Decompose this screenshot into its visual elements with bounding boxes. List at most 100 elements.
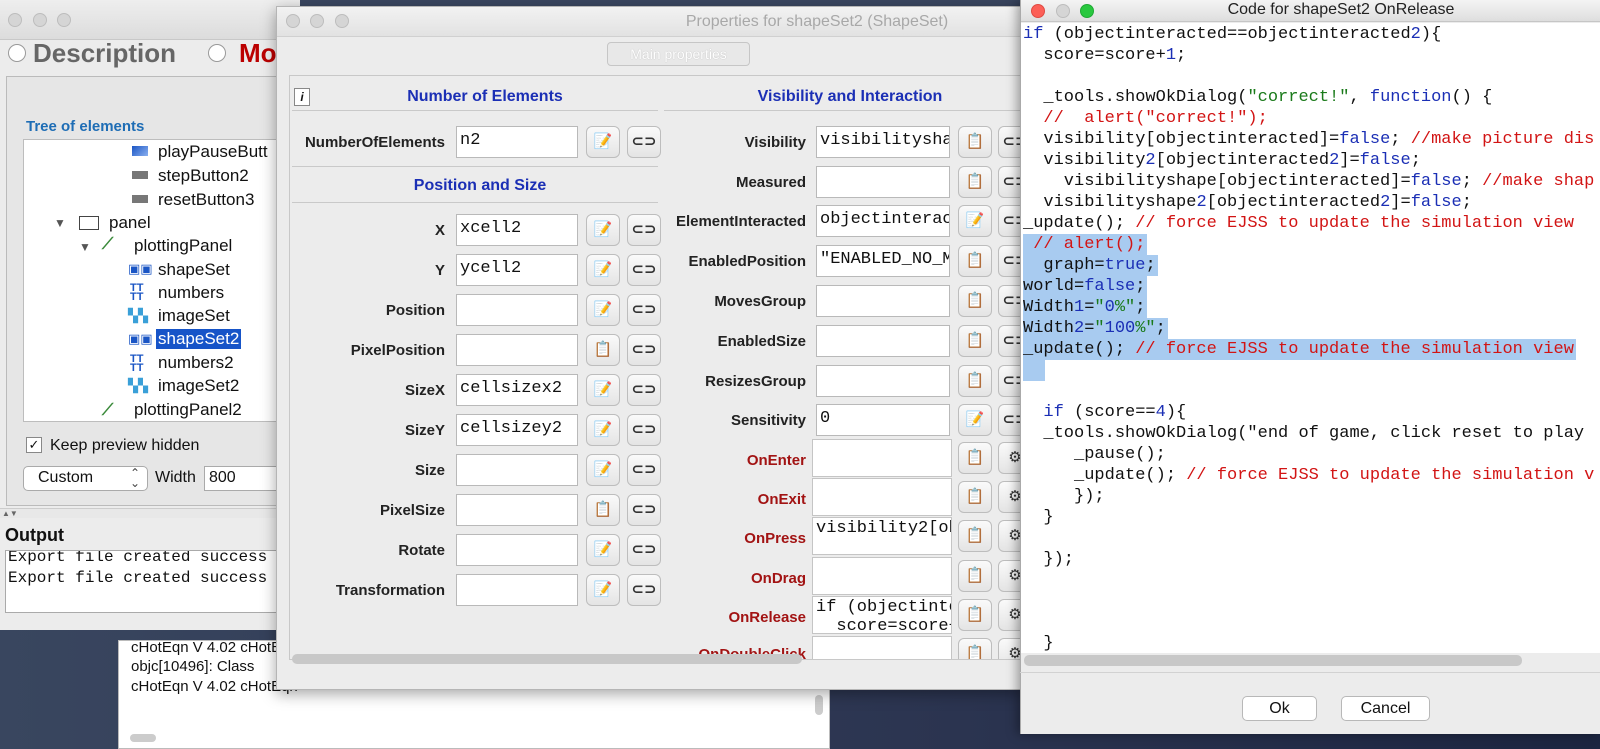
tree-item-shapeset2[interactable]: shapeSet2: [156, 329, 242, 349]
text-set-icon: TT TT: [130, 353, 144, 374]
tree-item-shapeset[interactable]: shapeSet: [158, 260, 230, 280]
radio-model[interactable]: [208, 44, 226, 62]
clipboard-icon[interactable]: 📋: [586, 494, 620, 526]
edit-value-icon[interactable]: 📝: [958, 205, 992, 237]
link-variable-icon[interactable]: ⊂⊃: [627, 454, 661, 486]
cancel-button[interactable]: Cancel: [1341, 696, 1430, 721]
link-variable-icon[interactable]: ⊂⊃: [627, 334, 661, 366]
action-input-ondoubleclick[interactable]: [812, 636, 952, 659]
ok-button[interactable]: Ok: [1242, 696, 1317, 721]
edit-value-icon[interactable]: 📝: [586, 414, 620, 446]
prop-input-movesgroup[interactable]: [816, 285, 950, 317]
edit-value-icon[interactable]: 📝: [586, 374, 620, 406]
tree-item-stepbutton2[interactable]: stepButton2: [158, 166, 249, 186]
edit-value-icon[interactable]: 📝: [586, 454, 620, 486]
link-variable-icon[interactable]: ⊂⊃: [627, 254, 661, 286]
edit-value-icon[interactable]: 📝: [586, 294, 620, 326]
prop-input-x[interactable]: xcell2: [456, 214, 578, 246]
link-variable-icon[interactable]: ⊂⊃: [627, 214, 661, 246]
prop-input-size[interactable]: [456, 454, 578, 486]
tree-item-panel[interactable]: panel: [109, 213, 151, 233]
prop-input-resizesgroup[interactable]: [816, 365, 950, 397]
close-window-icon[interactable]: [8, 13, 22, 27]
clipboard-icon[interactable]: 📋: [958, 520, 992, 552]
action-input-onpress[interactable]: visibility2[ob: [812, 517, 952, 555]
tree-item-playpausebutton[interactable]: playPauseButt: [158, 142, 268, 162]
prop-input-rotate[interactable]: [456, 534, 578, 566]
clipboard-icon[interactable]: 📋: [958, 126, 992, 158]
prop-input-position[interactable]: [456, 294, 578, 326]
link-variable-icon[interactable]: ⊂⊃: [627, 414, 661, 446]
edit-value-icon[interactable]: 📝: [586, 534, 620, 566]
clipboard-icon[interactable]: 📋: [958, 599, 992, 631]
link-variable-icon[interactable]: ⊂⊃: [627, 374, 661, 406]
minimize-window-icon[interactable]: [33, 13, 47, 27]
code-horizontal-scrollbar[interactable]: [1024, 655, 1522, 666]
prop-input-elementinteracted[interactable]: objectinteracted: [816, 205, 950, 237]
split-pane-divider[interactable]: ▲▼: [0, 508, 300, 518]
edit-value-icon[interactable]: 📝: [586, 126, 620, 158]
tab-main-properties[interactable]: Main properties: [607, 42, 750, 66]
tree-item-plottingpanel[interactable]: plottingPanel: [134, 236, 232, 256]
edit-value-icon[interactable]: 📝: [586, 574, 620, 606]
action-input-onexit[interactable]: [812, 478, 952, 516]
link-variable-icon[interactable]: ⊂⊃: [627, 294, 661, 326]
link-variable-icon[interactable]: ⊂⊃: [627, 494, 661, 526]
tree-item-numbers[interactable]: numbers: [158, 283, 224, 303]
action-input-onenter[interactable]: [812, 439, 952, 477]
clipboard-icon[interactable]: 📋: [958, 481, 992, 513]
edit-value-icon[interactable]: 📝: [958, 404, 992, 436]
prop-input-pixelposition[interactable]: [456, 334, 578, 366]
clipboard-icon[interactable]: 📋: [958, 365, 992, 397]
action-input-onrelease[interactable]: if (objectinte score=score+: [812, 596, 952, 634]
prop-input-enabledposition[interactable]: "ENABLED_NO_M: [816, 245, 950, 277]
edit-value-icon[interactable]: 📝: [586, 214, 620, 246]
prop-input-y[interactable]: ycell2: [456, 254, 578, 286]
clipboard-icon[interactable]: 📋: [958, 166, 992, 198]
clipboard-icon[interactable]: 📋: [958, 285, 992, 317]
prop-input-enabledsize[interactable]: [816, 325, 950, 357]
text-set-icon: TT TT: [130, 282, 144, 303]
prop-label-sensitivity: Sensitivity: [730, 412, 806, 429]
clipboard-icon[interactable]: 📋: [958, 245, 992, 277]
expand-triangle-icon[interactable]: ▼: [79, 240, 91, 254]
prop-input-sizex[interactable]: cellsizex2: [456, 374, 578, 406]
button-element-icon: [132, 171, 148, 179]
clipboard-icon[interactable]: 📋: [958, 325, 992, 357]
keep-preview-checkbox[interactable]: ✓: [26, 437, 42, 453]
radio-description-label[interactable]: Description: [33, 38, 176, 69]
prop-input-visibility[interactable]: visibilityshape: [816, 126, 950, 158]
clipboard-icon[interactable]: 📋: [958, 442, 992, 474]
edit-value-icon[interactable]: 📝: [586, 254, 620, 286]
tree-item-imageset2[interactable]: imageSet2: [158, 376, 239, 396]
output-console[interactable]: Export file created success Export file …: [5, 550, 300, 613]
prop-input-sizey[interactable]: cellsizey2: [456, 414, 578, 446]
prop-input-pixelsize[interactable]: [456, 494, 578, 526]
link-variable-icon[interactable]: ⊂⊃: [627, 574, 661, 606]
tree-item-plottingpanel2[interactable]: plottingPanel2: [134, 400, 242, 420]
prop-input-measured[interactable]: [816, 166, 950, 198]
element-tree[interactable]: playPauseButt stepButton2 resetButton3 ▼…: [23, 139, 300, 422]
radio-description[interactable]: [8, 44, 26, 62]
prop-input-numberofelements[interactable]: n2: [456, 126, 578, 158]
link-variable-icon[interactable]: ⊂⊃: [627, 126, 661, 158]
prop-input-sensitivity[interactable]: 0: [816, 404, 950, 436]
expand-triangle-icon[interactable]: ▼: [54, 216, 66, 230]
tree-item-resetbutton3[interactable]: resetButton3: [158, 190, 254, 210]
prop-input-transformation[interactable]: [456, 574, 578, 606]
properties-horizontal-scrollbar[interactable]: [292, 654, 802, 664]
tree-item-imageset[interactable]: imageSet: [158, 306, 230, 326]
code-editor[interactable]: if (objectinteracted==objectinteracted2)…: [1021, 23, 1600, 653]
link-variable-icon[interactable]: ⊂⊃: [627, 534, 661, 566]
clipboard-icon[interactable]: 📋: [958, 638, 992, 659]
terminal-vertical-scrollbar[interactable]: [815, 695, 823, 715]
code-titlebar: Code for shapeSet2 OnRelease: [1021, 0, 1600, 22]
zoom-window-icon[interactable]: [57, 13, 71, 27]
clipboard-icon[interactable]: 📋: [958, 560, 992, 592]
terminal-horizontal-scrollbar[interactable]: [130, 734, 156, 742]
clipboard-icon[interactable]: 📋: [586, 334, 620, 366]
action-input-ondrag[interactable]: [812, 557, 952, 595]
tree-item-numbers2[interactable]: numbers2: [158, 353, 234, 373]
code-editor-window: Code for shapeSet2 OnRelease if (objecti…: [1020, 0, 1600, 734]
plotting-panel-icon: ⟋: [102, 236, 114, 253]
